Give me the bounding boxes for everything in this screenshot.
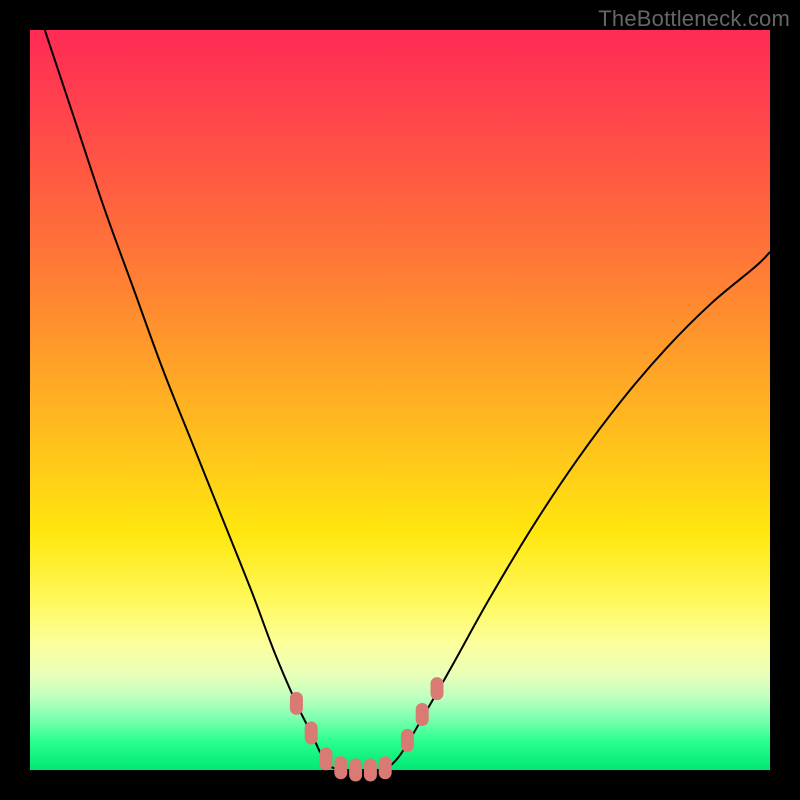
marker-pill <box>320 748 332 770</box>
highlight-markers <box>290 678 443 781</box>
marker-pill <box>401 729 413 751</box>
marker-pill <box>379 757 391 779</box>
marker-pill <box>335 757 347 779</box>
marker-pill <box>350 759 362 781</box>
marker-pill <box>416 704 428 726</box>
outer-frame: TheBottleneck.com <box>0 0 800 800</box>
marker-pill <box>290 692 302 714</box>
marker-pill <box>431 678 443 700</box>
curve-left-branch <box>45 30 341 770</box>
marker-pill <box>305 722 317 744</box>
watermark-text: TheBottleneck.com <box>598 6 790 32</box>
chart-svg <box>30 30 770 770</box>
marker-pill <box>364 759 376 781</box>
